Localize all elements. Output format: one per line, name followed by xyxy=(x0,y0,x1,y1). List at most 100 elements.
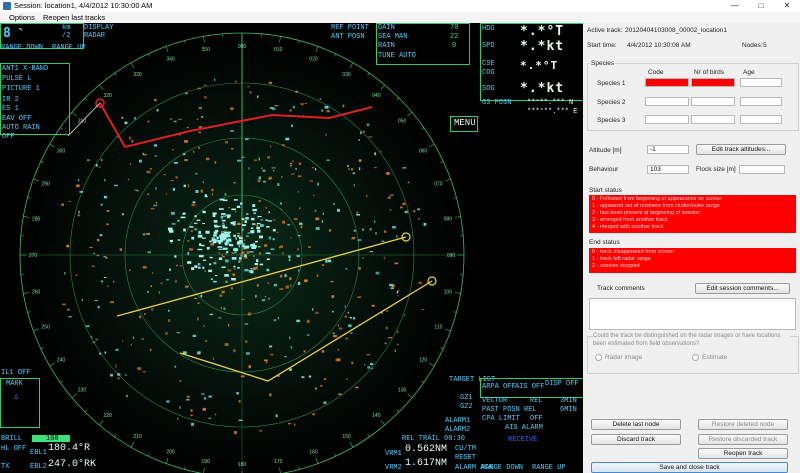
bearing-label: 150 xyxy=(342,434,351,440)
restore-discarded-track-button[interactable]: Restore discarded track xyxy=(698,434,788,445)
pulse-label[interactable]: PULSE L xyxy=(2,75,31,83)
vector-time[interactable]: 3MIN xyxy=(560,397,577,405)
behaviour-input[interactable]: 103 xyxy=(647,165,689,174)
ant-posn-label[interactable]: ANT POSN xyxy=(331,33,365,41)
species-2-age[interactable] xyxy=(740,97,782,106)
vrm2-label: VRM2 xyxy=(385,464,402,472)
hdg-label: HDG xyxy=(482,25,495,33)
tune-label[interactable]: TUNE AUTO xyxy=(378,52,416,60)
rain-value[interactable]: 0 xyxy=(452,42,456,50)
species-1-label: Species 1 xyxy=(597,80,626,87)
range-unit-top: km xyxy=(62,24,71,32)
end-status-label: End status xyxy=(589,239,620,246)
rel-trail-label[interactable]: REL TRAIL 00:30 xyxy=(402,435,465,443)
cog-label: COG xyxy=(482,69,495,77)
start-status-item[interactable]: 2 - has been present at beginning of ses… xyxy=(592,210,793,217)
sea-value[interactable]: 22 xyxy=(450,33,458,41)
ebl1-label: EBL1 xyxy=(30,449,47,457)
start-status-list[interactable]: 0 - Followed from beginning of appearanc… xyxy=(589,195,796,233)
gz1-label[interactable]: GZ1 xyxy=(460,394,473,402)
altitude-label: Altitude [m] xyxy=(589,147,622,154)
vrm1-value: 0.562NM xyxy=(405,444,448,455)
range-unit-bottom: /2 xyxy=(62,32,71,40)
bearing-label: 290 xyxy=(41,182,50,188)
species-2-birds[interactable] xyxy=(691,97,735,106)
bearing-label: 350 xyxy=(202,47,211,53)
app-icon xyxy=(3,2,11,10)
range-down-button[interactable]: RANGE DOWN xyxy=(1,44,43,52)
hl-off-label[interactable]: HL OFF xyxy=(1,445,26,453)
discard-track-button[interactable]: Discard track xyxy=(591,434,681,445)
radar-image-radio[interactable] xyxy=(595,354,602,361)
ant-label[interactable]: ANT1 X-BAND xyxy=(2,65,48,73)
col-age: Age xyxy=(743,69,755,76)
species-3-code[interactable] xyxy=(645,115,689,124)
ref-point-label[interactable]: REF POINT xyxy=(331,24,369,32)
start-status-item[interactable]: 1 - appeared out of nowhere from clutter… xyxy=(592,203,793,210)
species-1-age[interactable] xyxy=(740,78,782,87)
cpa-limit-value[interactable]: OFF xyxy=(530,415,543,423)
edit-session-comments-button[interactable]: Edit session comments... xyxy=(695,283,790,294)
start-status-item[interactable]: 4 - merged with another track xyxy=(592,224,793,231)
menu-button[interactable]: MENU xyxy=(454,119,476,128)
flock-size-input[interactable] xyxy=(739,165,785,174)
species-1-code[interactable] xyxy=(645,78,689,87)
past-posn-time[interactable]: 6MIN xyxy=(560,406,577,414)
save-and-close-track-button[interactable]: Save and close track xyxy=(591,462,788,473)
picture-label[interactable]: PICTURE 1 xyxy=(2,85,40,93)
past-posn-label[interactable]: PAST POSN REL xyxy=(482,406,537,414)
flock-size-label: Flock size [m] xyxy=(696,166,736,173)
brill-label: BRILL xyxy=(1,435,23,443)
bearing-label: 220 xyxy=(103,413,112,419)
window-title: Session: location1, 4/4/2012 10:30:00 AM xyxy=(14,1,153,10)
species-3-age[interactable] xyxy=(740,115,782,124)
restore-deleted-node-button[interactable]: Restore deleted node xyxy=(698,419,788,430)
auto-rain-label[interactable]: AUTO RAIN xyxy=(2,124,40,132)
menu-options[interactable]: Options xyxy=(9,13,35,22)
radar-display[interactable]: 3203303403500000100200300400503103002902… xyxy=(0,23,583,473)
vector-mode[interactable]: REL xyxy=(530,397,543,405)
maximize-button[interactable]: □ xyxy=(748,0,774,12)
species-1-birds[interactable] xyxy=(691,78,735,87)
ais-label[interactable]: AIS OFF xyxy=(515,383,544,391)
track-comments-input[interactable] xyxy=(589,298,796,330)
range-up-button[interactable]: RANGE UP xyxy=(52,44,86,52)
start-status-item[interactable]: 3 - emerged from another track xyxy=(592,217,793,224)
disp-label[interactable]: DISP OFF xyxy=(545,380,579,388)
bearing-label: 050 xyxy=(398,119,407,125)
species-2-code[interactable] xyxy=(645,97,689,106)
bearing-label: 200 xyxy=(166,449,175,455)
start-status-item[interactable]: 0 - Followed from beginning of appearanc… xyxy=(592,196,793,203)
brill-value: 100 xyxy=(46,435,59,443)
arpa-label[interactable]: ARPA OFF xyxy=(482,383,516,391)
range-up-button-2[interactable]: RANGE UP xyxy=(532,464,566,472)
edit-altitudes-button[interactable]: Edit track altitudes... xyxy=(696,144,786,155)
sog-value: *.*kt xyxy=(520,81,565,96)
species-3-birds[interactable] xyxy=(691,115,735,124)
bearing-label: 230 xyxy=(78,387,87,393)
delete-last-node-button[interactable]: Delete last node xyxy=(591,419,681,430)
estimate-radio[interactable] xyxy=(692,354,699,361)
bearing-label: 090 xyxy=(447,253,456,259)
reset-label[interactable]: RESET xyxy=(455,454,476,462)
range-down-button-2[interactable]: RANGE DOWN xyxy=(481,464,523,472)
il-label[interactable]: IL1 OFF xyxy=(1,369,30,377)
es-label[interactable]: ES 1 xyxy=(2,105,19,113)
reopen-track-button[interactable]: Reopen track xyxy=(698,448,788,459)
cu-tm-label[interactable]: CU/TM xyxy=(455,445,476,453)
close-button[interactable]: ✕ xyxy=(774,0,800,12)
gz2-label[interactable]: GZ2 xyxy=(460,403,473,411)
end-status-item[interactable]: 1 - track left radar range xyxy=(592,256,793,263)
vector-label: VECTOR xyxy=(482,397,508,405)
gain-value[interactable]: 70 xyxy=(450,24,458,32)
minimize-button[interactable]: — xyxy=(722,0,748,12)
menu-reopen-last-tracks[interactable]: Reopen last tracks xyxy=(43,13,105,22)
end-status-item[interactable]: 2 - session stopped xyxy=(592,263,793,270)
bearing-label: 020 xyxy=(309,57,318,63)
end-status-item[interactable]: 0 - track disappeared from screen xyxy=(592,249,793,256)
end-status-list[interactable]: 0 - track disappeared from screen 1 - tr… xyxy=(589,248,796,273)
ir-label[interactable]: IR 2 xyxy=(2,96,19,104)
mark-label[interactable]: MARK xyxy=(6,380,23,388)
eav-label[interactable]: EAV OFF xyxy=(2,115,31,123)
altitude-input[interactable]: -1 xyxy=(647,145,689,154)
